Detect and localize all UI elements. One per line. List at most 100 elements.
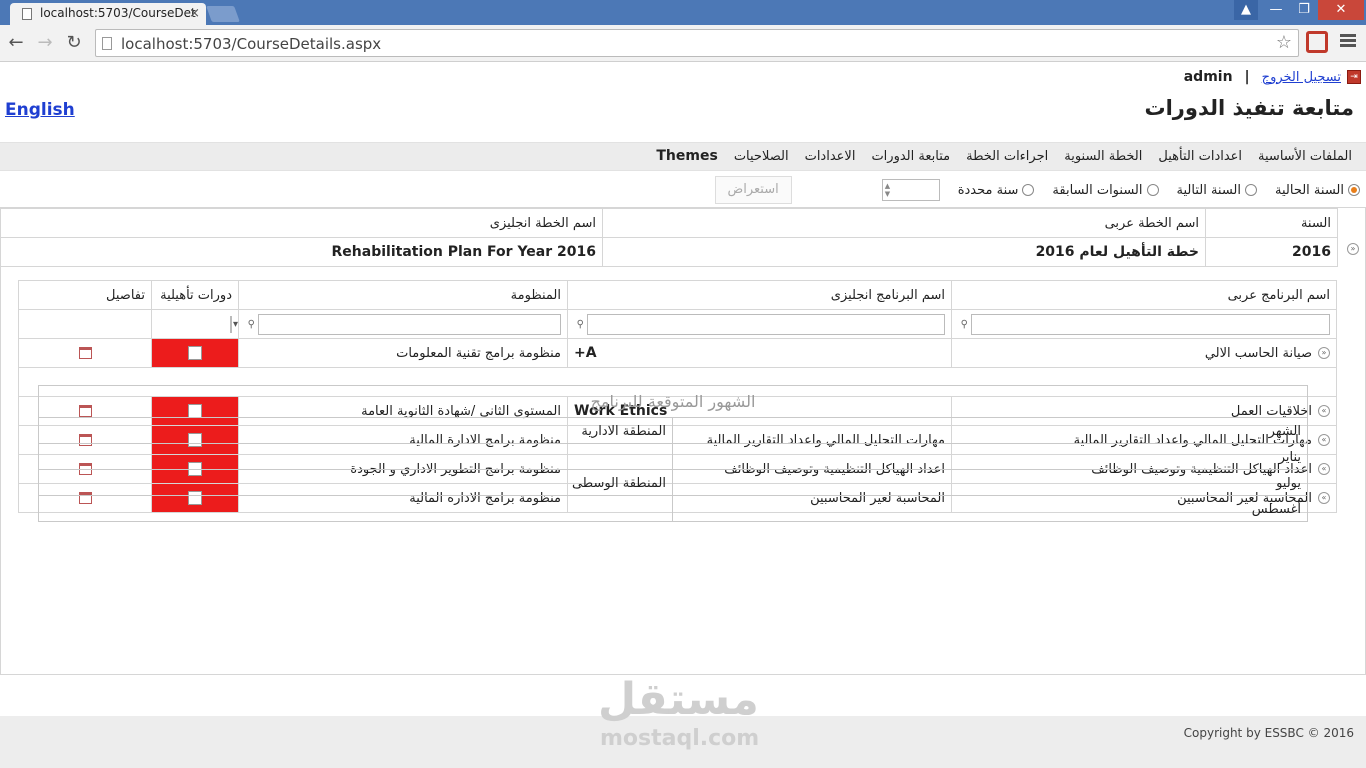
col-qualifying-courses[interactable]: دورات تأهيلية — [151, 280, 239, 310]
back-icon[interactable]: ← — [4, 31, 28, 55]
months-header-row: الشهر المنطقة الادارية — [38, 417, 1308, 444]
radio-label: سنة محددة — [957, 182, 1019, 198]
filter-program-en-input[interactable] — [587, 313, 945, 335]
close-window-button[interactable]: ✕ — [1318, 0, 1364, 20]
radio-label: السنوات السابقة — [1052, 182, 1143, 198]
menu-permissions[interactable]: الصلاحيات — [726, 143, 797, 170]
expand-row-icon[interactable]: » — [1318, 492, 1330, 504]
user-icon[interactable]: ▲ — [1234, 0, 1258, 20]
region-cell: المنطقة الوسطى — [38, 469, 673, 496]
show-button[interactable]: استعراض — [714, 176, 792, 204]
table-row[interactable]: « صيانة الحاسب الالي A+ منظومة برامج تقني… — [18, 338, 1337, 368]
expand-row-icon[interactable]: » — [1318, 405, 1330, 417]
radio-current-year[interactable]: السنة الحالية — [1275, 183, 1360, 198]
forward-icon[interactable]: → — [33, 31, 57, 55]
radio-button[interactable] — [1146, 184, 1159, 196]
table-row[interactable]: يناير — [38, 443, 1308, 470]
col-details[interactable]: تفاصيل — [18, 280, 152, 310]
bookmark-star-icon[interactable]: ☆ — [1276, 32, 1292, 53]
year-filter: السنة الحالية السنة التالية السنوات السا… — [714, 176, 1360, 204]
page-icon — [102, 37, 112, 50]
menu-annual-plan[interactable]: الخطة السنوية — [1056, 143, 1150, 170]
browser-menu-icon[interactable] — [1340, 34, 1356, 37]
col-name-ar-header[interactable]: اسم الخطة عربى — [602, 208, 1206, 238]
radio-previous-years[interactable]: السنوات السابقة — [1052, 182, 1159, 198]
col-year-header[interactable]: السنة — [1205, 208, 1338, 238]
collapse-icon[interactable]: « — [1347, 243, 1359, 255]
filter-icon[interactable]: ⚲ — [245, 319, 255, 330]
logout-link[interactable]: تسجيل الخروج — [1262, 70, 1341, 85]
filter-program-ar-input[interactable] — [971, 313, 1330, 335]
page-content: ⇥ تسجيل الخروج | admin متابعة تنفيذ الدو… — [0, 62, 1366, 768]
program-name-ar: « صيانة الحاسب الالي — [951, 338, 1337, 368]
radio-button[interactable] — [1245, 184, 1258, 196]
filter-icon[interactable]: ⚲ — [574, 319, 584, 330]
filter-system-input[interactable] — [258, 313, 561, 335]
language-link[interactable]: English — [5, 100, 75, 120]
user-bar: ⇥ تسجيل الخروج | admin — [1184, 68, 1361, 86]
cell-text: صيانة الحاسب الالي — [1204, 345, 1312, 361]
watermark-arabic: مستقل — [598, 674, 759, 725]
filter-cell — [151, 309, 239, 339]
url-text: localhost:5703/CourseDetails.aspx — [121, 35, 382, 53]
filter-courses-select[interactable] — [230, 315, 232, 333]
col-program-ar[interactable]: اسم البرنامج عربى — [951, 280, 1337, 310]
new-tab-button[interactable] — [206, 6, 240, 22]
radio-button[interactable] — [1022, 184, 1035, 196]
expand-row-icon[interactable]: » — [1318, 463, 1330, 475]
collapse-row-icon[interactable]: « — [1318, 347, 1330, 359]
programs-table: اسم البرنامج عربى اسم البرنامج انجليزى ا… — [18, 280, 1337, 522]
qualifying-course-cell — [151, 338, 239, 368]
filter-cell: ⚲ — [951, 309, 1337, 339]
browser-toolbar: ← → ↻ localhost:5703/CourseDetails.aspx … — [0, 25, 1366, 62]
plan-row[interactable]: 2016 خطة التأهيل لعام 2016 Rehabilitatio… — [0, 237, 1338, 267]
plan-table: السنة اسم الخطة عربى اسم الخطة انجليزى 2… — [0, 208, 1338, 267]
radio-specific-year[interactable]: سنة محددة — [958, 183, 1035, 198]
spinner-arrows-icon[interactable]: ▲ ▼ — [885, 182, 890, 198]
maximize-button[interactable]: ❐ — [1290, 0, 1318, 20]
extension-icon[interactable] — [1306, 31, 1328, 53]
plan-name-ar: خطة التأهيل لعام 2016 — [602, 237, 1206, 267]
year-spinner[interactable]: ▲ ▼ — [881, 179, 940, 201]
reload-icon[interactable]: ↻ — [62, 31, 86, 55]
close-tab-icon[interactable]: × — [189, 3, 200, 24]
col-system[interactable]: المنظومة — [238, 280, 568, 310]
browser-titlebar: localhost:5703/CourseDet × ▲ — ❐ ✕ — [0, 0, 1366, 25]
browser-tab[interactable]: localhost:5703/CourseDet × — [10, 3, 206, 25]
radio-next-year[interactable]: السنة التالية — [1177, 183, 1258, 198]
watermark-latin: mostaql.com — [600, 726, 760, 751]
qualifying-checkbox[interactable] — [188, 346, 202, 360]
col-name-en-header[interactable]: اسم الخطة انجليزى — [0, 208, 603, 238]
radio-label: السنة التالية — [1176, 182, 1242, 198]
radio-button[interactable] — [1348, 184, 1360, 196]
minimize-button[interactable]: — — [1262, 0, 1290, 20]
menu-settings[interactable]: الاعدادات — [797, 143, 864, 170]
expand-row-icon[interactable]: » — [1318, 434, 1330, 446]
separator: | — [1244, 69, 1250, 85]
main-menu: الملفات الأساسية اعدادات التأهيل الخطة ا… — [0, 142, 1366, 171]
col-region[interactable]: المنطقة الادارية — [38, 417, 673, 444]
address-bar[interactable]: localhost:5703/CourseDetails.aspx ☆ — [95, 29, 1299, 57]
logout-icon[interactable]: ⇥ — [1347, 70, 1361, 84]
calendar-icon[interactable] — [78, 347, 92, 359]
col-month[interactable]: الشهر — [672, 417, 1308, 444]
months-caption-row: الشهور المتوقعة للبرنامج — [38, 385, 1308, 418]
menu-qualification-settings[interactable]: اعدادات التأهيل — [1150, 143, 1250, 170]
table-row[interactable]: يوليو المنطقة الوسطى — [38, 469, 1308, 496]
copyright: Copyright by ESSBC © 2016 — [1183, 726, 1354, 740]
plan-year: 2016 — [1205, 237, 1338, 267]
month-cell: أغسطس — [672, 495, 1308, 522]
filter-icon[interactable]: ⚲ — [958, 319, 968, 330]
menu-course-followup[interactable]: متابعة الدورات — [863, 143, 958, 170]
menu-themes[interactable]: Themes — [648, 143, 725, 170]
menu-basic-files[interactable]: الملفات الأساسية — [1250, 143, 1360, 170]
programs-header-row: اسم البرنامج عربى اسم البرنامج انجليزى ا… — [18, 280, 1337, 310]
table-row[interactable]: أغسطس — [38, 495, 1308, 522]
details-cell — [18, 338, 152, 368]
col-program-en[interactable]: اسم البرنامج انجليزى — [567, 280, 952, 310]
page-title: متابعة تنفيذ الدورات — [1144, 96, 1355, 120]
menu-plan-procedures[interactable]: اجراءات الخطة — [958, 143, 1056, 170]
username: admin — [1183, 69, 1233, 85]
region-cell — [38, 495, 673, 522]
filter-cell: ⚲ — [567, 309, 952, 339]
